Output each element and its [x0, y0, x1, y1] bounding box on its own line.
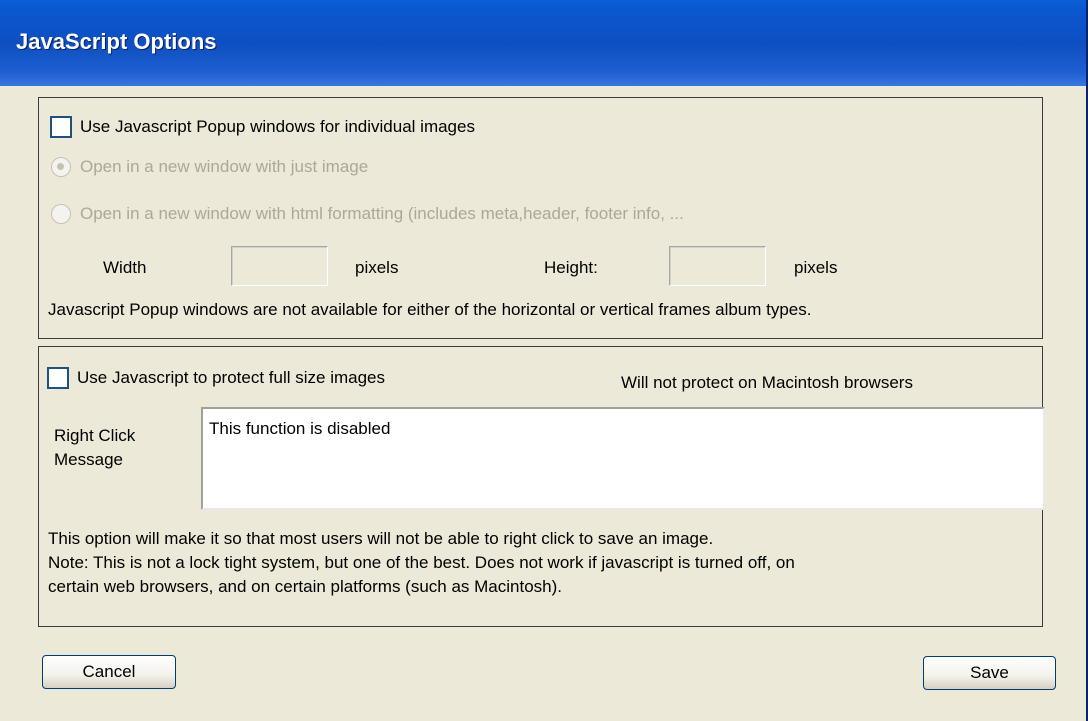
javascript-options-dialog: JavaScript Options Use Javascript Popup …	[0, 0, 1088, 721]
height-unit: pixels	[794, 258, 838, 277]
protect-description-line1: This option will make it so that most us…	[48, 529, 714, 548]
macintosh-warning: Will not protect on Macintosh browsers	[621, 373, 913, 392]
radio-html-formatting-label[interactable]: Open in a new window with html formattin…	[80, 204, 684, 224]
cancel-button[interactable]: Cancel	[42, 655, 176, 689]
radio-image-only-label[interactable]: Open in a new window with just image	[80, 157, 368, 177]
popup-availability-note: Javascript Popup windows are not availab…	[48, 300, 812, 319]
protect-images-checkbox[interactable]	[47, 367, 69, 389]
height-input[interactable]	[669, 246, 766, 286]
radio-html-formatting[interactable]	[51, 204, 71, 224]
title-bar[interactable]: JavaScript Options	[0, 0, 1086, 86]
radio-image-only[interactable]	[51, 157, 71, 177]
protect-description-line3: certain web browsers, and on certain pla…	[48, 577, 563, 596]
use-popup-label[interactable]: Use Javascript Popup windows for individ…	[80, 117, 475, 137]
protect-images-label[interactable]: Use Javascript to protect full size imag…	[77, 368, 385, 388]
save-button[interactable]: Save	[923, 656, 1056, 690]
window-title: JavaScript Options	[16, 29, 217, 54]
right-click-label-line2: Message	[54, 450, 123, 469]
radio-selected-dot	[57, 163, 64, 170]
right-click-message-input[interactable]: This function is disabled	[201, 407, 1045, 510]
protect-description-line2: Note: This is not a lock tight system, b…	[48, 553, 795, 572]
use-popup-checkbox[interactable]	[50, 116, 72, 138]
height-label: Height:	[544, 258, 598, 277]
width-label: Width	[103, 258, 147, 277]
width-unit: pixels	[355, 258, 399, 277]
right-click-label-line1: Right Click	[54, 426, 136, 445]
width-input[interactable]	[231, 246, 328, 286]
